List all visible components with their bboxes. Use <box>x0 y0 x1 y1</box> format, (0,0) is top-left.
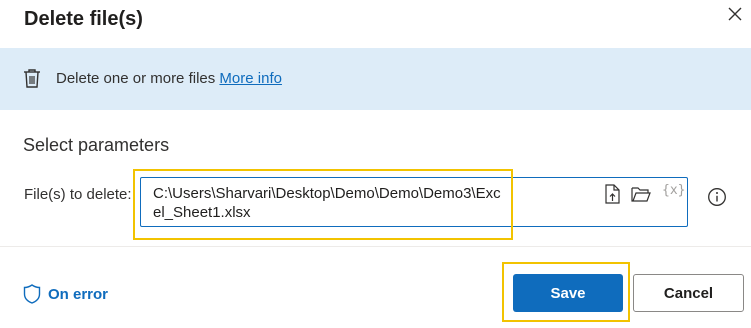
trash-icon <box>24 69 40 88</box>
on-error-label: On error <box>48 285 109 303</box>
info-icon[interactable] <box>707 187 727 207</box>
variable-icon[interactable]: {x} <box>662 183 685 203</box>
file-select-icon[interactable] <box>602 184 622 204</box>
info-banner: Delete one or more files More info <box>0 48 751 110</box>
input-highlight-box <box>133 169 513 240</box>
banner-description: Delete one or more files <box>56 70 216 87</box>
save-highlight-box <box>502 262 630 322</box>
on-error-button[interactable]: On error <box>23 283 108 305</box>
more-info-link[interactable]: More info <box>219 70 282 87</box>
cancel-button[interactable]: Cancel <box>633 274 744 312</box>
footer-divider <box>0 246 751 247</box>
files-to-delete-label: File(s) to delete: <box>24 186 132 203</box>
shield-icon <box>23 284 41 304</box>
delete-files-dialog: Delete file(s) Delete one or more files … <box>0 0 751 328</box>
select-parameters-heading: Select parameters <box>23 135 170 155</box>
dialog-title: Delete file(s) <box>24 8 143 30</box>
folder-open-icon[interactable] <box>631 184 651 204</box>
banner-text: Delete one or more files More info <box>56 70 282 88</box>
close-icon[interactable] <box>727 6 743 22</box>
